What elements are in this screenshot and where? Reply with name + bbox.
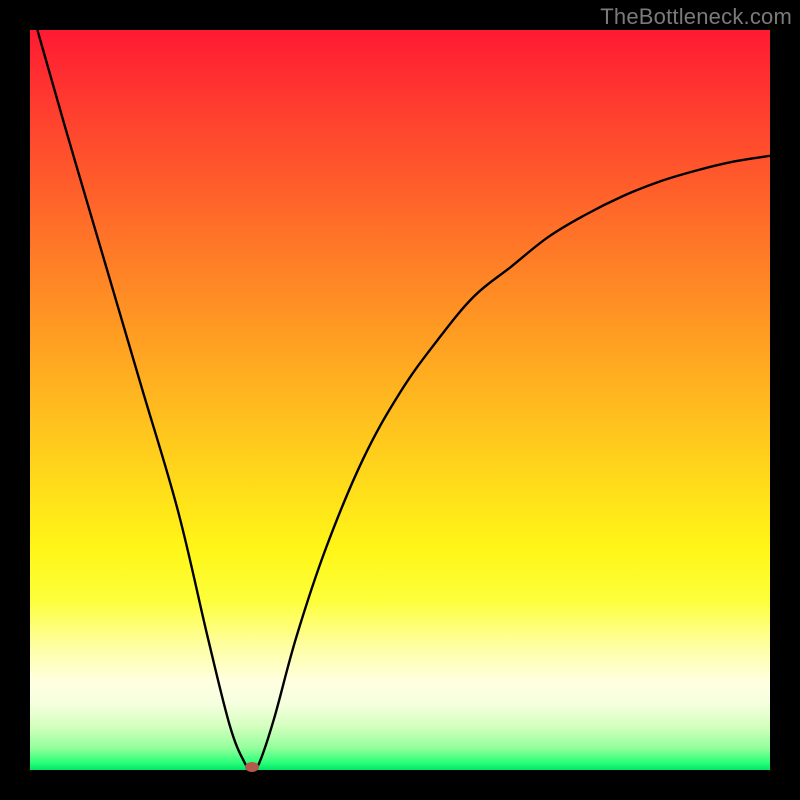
optimum-marker: [245, 762, 259, 772]
plot-area: [30, 30, 770, 770]
watermark-text: TheBottleneck.com: [600, 4, 792, 30]
chart-frame: TheBottleneck.com: [0, 0, 800, 800]
curve-svg: [30, 30, 770, 770]
bottleneck-curve: [37, 30, 770, 770]
